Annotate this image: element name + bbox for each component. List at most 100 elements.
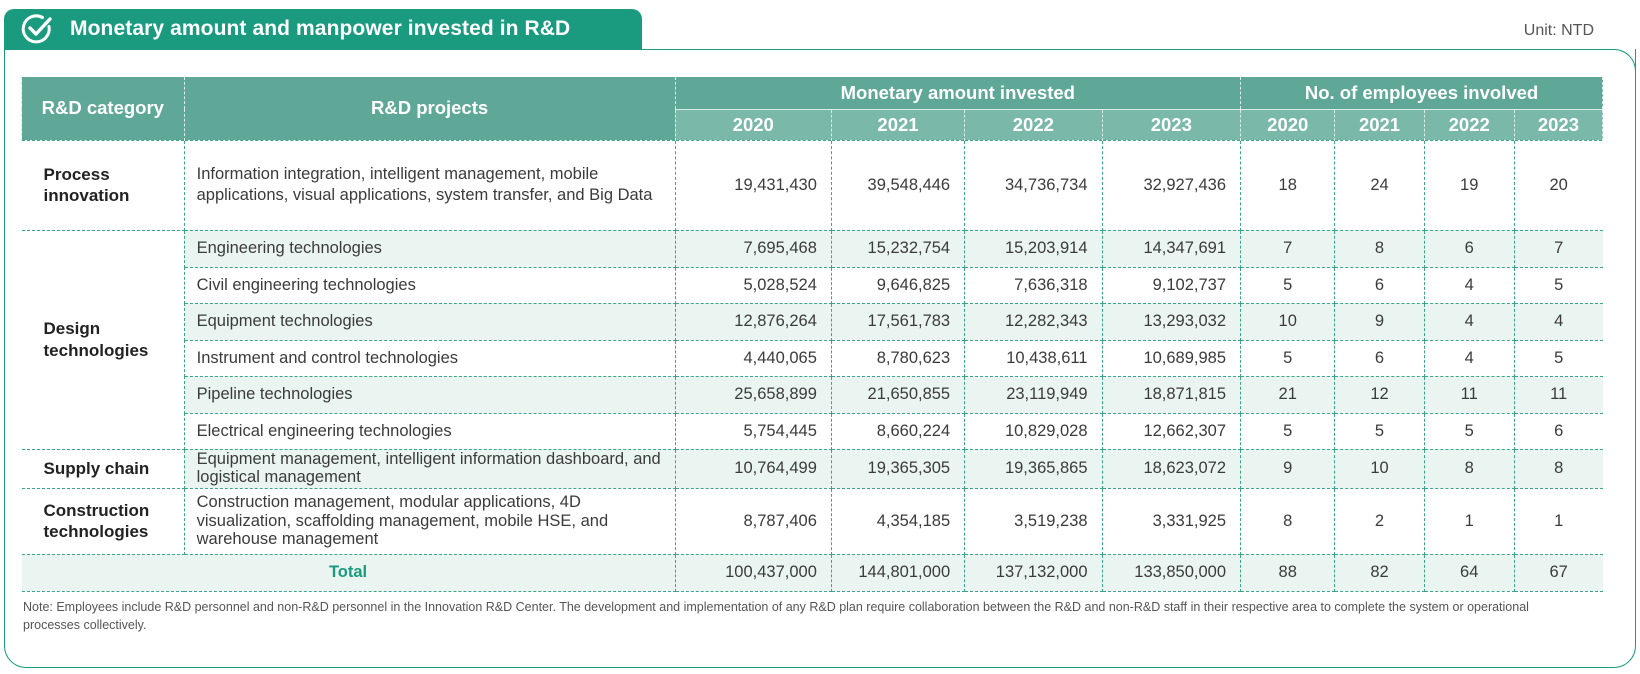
employees-cell: 5: [1334, 412, 1425, 450]
money-cell: 5,028,524: [674, 266, 832, 304]
money-cell: 8,660,224: [830, 412, 966, 450]
money-cell: 7,636,318: [964, 266, 1103, 304]
header-money-year: 2023: [1101, 109, 1242, 140]
project-cell: Information integration, intelligent man…: [183, 139, 676, 231]
total-employees-cell: 88: [1240, 553, 1336, 592]
employees-cell: 1: [1513, 487, 1603, 555]
category-cell: Construction technologies: [21, 487, 185, 555]
header-employees-group: No. of employees involved: [1240, 77, 1603, 110]
money-cell: 10,689,985: [1101, 339, 1242, 377]
employees-cell: 5: [1513, 339, 1603, 377]
table-row: Electrical engineering technologies 5,75…: [22, 412, 1603, 450]
money-cell: 3,331,925: [1101, 487, 1242, 555]
employees-cell: 9: [1334, 302, 1425, 341]
money-cell: 19,431,430: [674, 139, 832, 231]
header-money-year: 2021: [830, 109, 966, 140]
total-row: Total 100,437,000 144,801,000 137,132,00…: [21, 553, 1603, 592]
money-cell: 23,119,949: [964, 375, 1103, 414]
employees-cell: 12: [1334, 375, 1425, 414]
header-projects: R&D projects: [183, 77, 676, 140]
money-cell: 12,876,264: [674, 302, 832, 341]
money-cell: 12,662,307: [1101, 412, 1242, 450]
money-cell: 21,650,855: [830, 375, 966, 414]
table-row: Pipeline technologies 25,658,899 21,650,…: [22, 375, 1603, 414]
table-row: Construction technologies Construction m…: [21, 487, 1603, 555]
employees-cell: 4: [1423, 339, 1515, 377]
money-cell: 4,354,185: [830, 487, 966, 555]
header-employees-year: 2022: [1423, 109, 1515, 140]
table-row: Equipment technologies 12,876,264 17,561…: [22, 302, 1603, 341]
employees-cell: 7: [1513, 229, 1603, 268]
total-label: Total: [21, 553, 676, 592]
category-cell: Process innovation: [21, 139, 185, 231]
money-cell: 25,658,899: [674, 375, 832, 414]
total-employees-cell: 64: [1423, 553, 1515, 592]
money-cell: 4,440,065: [674, 339, 832, 377]
category-cell: Supply chain: [21, 448, 185, 489]
employees-cell: 19: [1423, 139, 1515, 231]
employees-cell: 4: [1423, 266, 1515, 304]
total-employees-cell: 82: [1334, 553, 1425, 592]
employees-cell: 20: [1513, 139, 1603, 231]
money-cell: 8,787,406: [674, 487, 832, 555]
employees-cell: 7: [1240, 229, 1336, 268]
employees-cell: 2: [1334, 487, 1425, 555]
table-row: Instrument and control technologies 4,44…: [22, 339, 1603, 377]
header-money-group: Monetary amount invested: [674, 77, 1242, 110]
header-employees-year: 2020: [1240, 109, 1336, 140]
money-cell: 3,519,238: [964, 487, 1103, 555]
money-cell: 13,293,032: [1101, 302, 1242, 341]
project-cell: Equipment management, intelligent inform…: [183, 448, 676, 489]
project-cell: Instrument and control technologies: [184, 339, 676, 377]
employees-cell: 8: [1423, 448, 1515, 489]
money-cell: 10,764,499: [674, 448, 832, 489]
money-cell: 18,623,072: [1101, 448, 1242, 489]
project-cell: Construction management, modular applica…: [183, 487, 676, 555]
employees-cell: 5: [1423, 412, 1515, 450]
employees-cell: 24: [1334, 139, 1425, 231]
money-cell: 34,736,734: [964, 139, 1103, 231]
employees-cell: 18: [1240, 139, 1336, 231]
employees-cell: 5: [1513, 266, 1603, 304]
money-cell: 19,365,865: [964, 448, 1103, 489]
money-cell: 15,232,754: [830, 229, 966, 268]
employees-cell: 5: [1240, 412, 1336, 450]
table-row: Design technologies Engineering technolo…: [21, 229, 1603, 450]
employees-cell: 8: [1240, 487, 1336, 555]
check-circle-icon: [20, 12, 54, 46]
header-category: R&D category: [21, 77, 185, 140]
money-cell: 15,203,914: [964, 229, 1103, 268]
employees-cell: 6: [1334, 339, 1425, 377]
employees-cell: 10: [1334, 448, 1425, 489]
employees-cell: 9: [1240, 448, 1336, 489]
employees-cell: 11: [1423, 375, 1515, 414]
page: Monetary amount and manpower invested in…: [0, 0, 1640, 674]
employees-cell: 21: [1240, 375, 1336, 414]
table-row: Process innovation Information integrati…: [21, 139, 1603, 231]
total-employees-cell: 67: [1513, 553, 1603, 592]
unit-label: Unit: NTD: [1523, 22, 1594, 39]
header-employees-year: 2023: [1513, 109, 1604, 140]
total-money-cell: 133,850,000: [1101, 553, 1242, 592]
money-cell: 7,695,468: [674, 229, 832, 268]
money-cell: 14,347,691: [1101, 229, 1242, 268]
employees-cell: 8: [1513, 448, 1603, 489]
project-cell: Electrical engineering technologies: [184, 412, 676, 450]
project-cell: Civil engineering technologies: [184, 266, 676, 304]
money-cell: 9,102,737: [1101, 266, 1242, 304]
money-cell: 12,282,343: [964, 302, 1103, 341]
employees-cell: 11: [1513, 375, 1603, 414]
employees-cell: 5: [1240, 266, 1336, 304]
money-cell: 39,548,446: [830, 139, 966, 231]
total-money-cell: 144,801,000: [830, 553, 966, 592]
money-cell: 10,438,611: [964, 339, 1103, 377]
header-money-year: 2020: [674, 109, 832, 140]
header-money-year: 2022: [964, 109, 1103, 140]
total-money-cell: 100,437,000: [674, 553, 832, 592]
employees-cell: 10: [1240, 302, 1336, 341]
employees-cell: 4: [1513, 302, 1603, 341]
total-money-cell: 137,132,000: [964, 553, 1103, 592]
money-cell: 18,871,815: [1101, 375, 1242, 414]
title-banner: Monetary amount and manpower invested in…: [4, 9, 642, 49]
money-cell: 9,646,825: [830, 266, 966, 304]
